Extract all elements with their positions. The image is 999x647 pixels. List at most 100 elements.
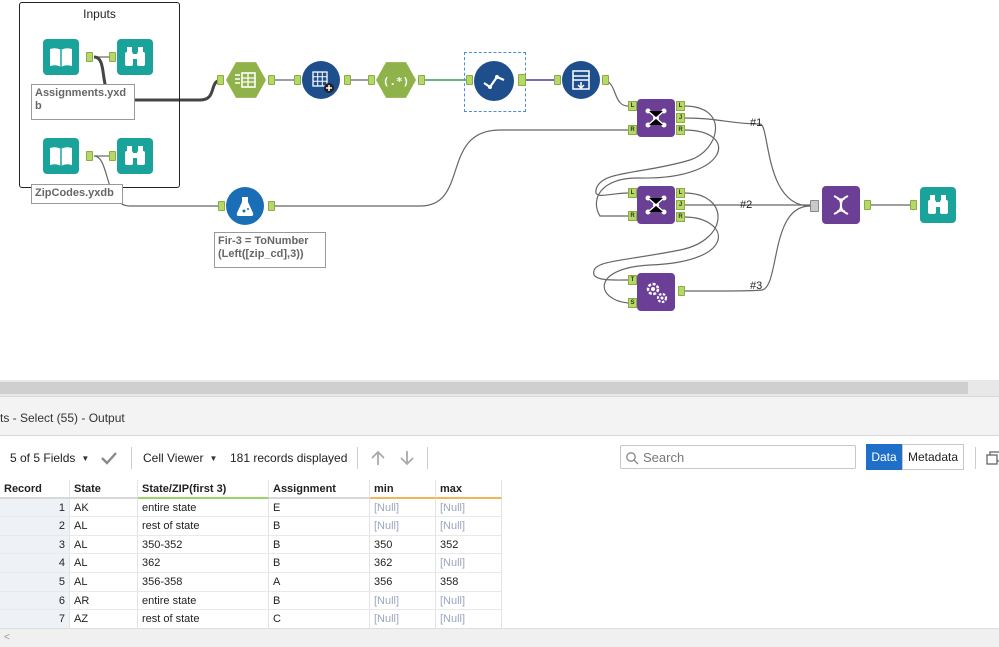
column-header-state-zip[interactable]: State/ZIP(first 3) <box>138 480 269 499</box>
cell-max[interactable]: [Null] <box>436 591 502 611</box>
table-row[interactable]: 5 AL 356-358 A 356 358 <box>0 572 506 592</box>
output-anchor[interactable] <box>864 200 871 210</box>
cell-record[interactable]: 3 <box>0 535 70 555</box>
append-source-anchor[interactable]: S <box>628 298 637 308</box>
input-anchor[interactable] <box>910 200 917 210</box>
scrollbar-thumb[interactable] <box>0 382 968 394</box>
append-target-anchor[interactable]: T <box>628 275 637 285</box>
checkmark-icon[interactable] <box>100 449 118 467</box>
cell-max[interactable]: [Null] <box>436 517 502 536</box>
cell-state[interactable]: AZ <box>70 610 138 629</box>
join2-left-output-anchor[interactable]: L <box>676 188 685 198</box>
cell-record[interactable]: 5 <box>0 572 70 592</box>
multi-row-formula-tool[interactable] <box>302 61 340 99</box>
cell-assignment[interactable]: E <box>269 498 370 518</box>
cell-state-zip[interactable]: rest of state <box>138 610 269 629</box>
cell-state-zip[interactable]: 356-358 <box>138 572 269 592</box>
fields-dropdown[interactable]: 5 of 5 Fields ▼ <box>10 451 89 465</box>
table-row[interactable]: 2 AL rest of state B [Null] [Null] <box>0 517 506 536</box>
input-anchor[interactable] <box>554 75 561 85</box>
join1-left-output-anchor[interactable]: L <box>676 101 685 111</box>
cell-assignment[interactable]: A <box>269 572 370 592</box>
cell-record[interactable]: 6 <box>0 591 70 611</box>
search-box[interactable] <box>620 445 856 469</box>
output-anchor[interactable] <box>602 75 609 85</box>
cell-min[interactable]: 356 <box>370 572 436 592</box>
column-header-assignment[interactable]: Assignment <box>269 480 370 499</box>
cell-record[interactable]: 1 <box>0 498 70 518</box>
join2-left-input-anchor[interactable]: L <box>628 188 637 198</box>
input-anchor[interactable] <box>294 75 301 85</box>
input-anchor[interactable] <box>466 75 473 85</box>
input-data-tool-assignments[interactable] <box>43 39 79 75</box>
cell-state[interactable]: AL <box>70 572 138 592</box>
table-row[interactable]: 3 AL 350-352 B 350 352 <box>0 535 506 555</box>
cell-assignment[interactable]: B <box>269 554 370 573</box>
data-view-button[interactable]: Data <box>866 444 902 470</box>
cell-min[interactable]: [Null] <box>370 610 436 629</box>
join1-right-input-anchor[interactable]: R <box>628 125 637 135</box>
input-anchor[interactable] <box>109 52 116 62</box>
output-anchor[interactable] <box>678 286 685 296</box>
table-row[interactable]: 4 AL 362 B 362 [Null] <box>0 554 506 573</box>
tile-tool[interactable] <box>474 61 514 101</box>
input-data-tool-zipcodes[interactable] <box>43 138 79 174</box>
output-anchor[interactable] <box>518 74 526 86</box>
workflow-canvas[interactable]: Inputs Assignments.yxd b ZipCodes.yxdb (… <box>0 0 999 380</box>
cell-record[interactable]: 2 <box>0 517 70 536</box>
cell-assignment[interactable]: B <box>269 517 370 536</box>
output-anchor[interactable] <box>86 52 93 62</box>
cell-state[interactable]: AL <box>70 517 138 536</box>
cell-record[interactable]: 4 <box>0 554 70 573</box>
scroll-left-icon[interactable]: < <box>4 632 10 643</box>
arrow-down-icon[interactable] <box>398 449 416 467</box>
cell-state-zip[interactable]: entire state <box>138 498 269 518</box>
cell-max[interactable]: 352 <box>436 535 502 555</box>
grid-horizontal-scrollbar[interactable]: < <box>0 628 999 647</box>
input-anchor[interactable] <box>368 75 375 85</box>
join1-join-output-anchor[interactable]: J <box>676 113 685 123</box>
cell-assignment[interactable]: C <box>269 610 370 629</box>
cell-min[interactable]: [Null] <box>370 498 436 518</box>
cell-state[interactable]: AR <box>70 591 138 611</box>
metadata-view-button[interactable]: Metadata <box>902 444 964 470</box>
join1-left-input-anchor[interactable]: L <box>628 101 637 111</box>
output-anchor[interactable] <box>268 75 275 85</box>
results-grid[interactable]: Record State State/ZIP(first 3) Assignme… <box>0 480 506 629</box>
column-header-record[interactable]: Record <box>0 480 70 499</box>
column-header-state[interactable]: State <box>70 480 138 499</box>
cell-max[interactable]: [Null] <box>436 554 502 573</box>
join-tool-2[interactable] <box>637 186 675 224</box>
cell-max[interactable]: [Null] <box>436 610 502 629</box>
union-tool[interactable] <box>822 186 860 224</box>
cell-assignment[interactable]: B <box>269 591 370 611</box>
table-row[interactable]: 6 AR entire state B [Null] [Null] <box>0 591 506 611</box>
join1-right-output-anchor[interactable]: R <box>676 125 685 135</box>
union-input-anchor[interactable] <box>810 200 819 212</box>
browse-tool-1[interactable] <box>117 39 153 75</box>
cell-state-zip[interactable]: rest of state <box>138 517 269 536</box>
join2-right-input-anchor[interactable]: R <box>628 211 637 221</box>
table-row[interactable]: 1 AK entire state E [Null] [Null] <box>0 498 506 518</box>
cell-max[interactable]: [Null] <box>436 498 502 518</box>
column-header-max[interactable]: max <box>436 480 502 499</box>
browse-tool-output[interactable] <box>920 187 956 223</box>
cell-max[interactable]: 358 <box>436 572 502 592</box>
browse-tool-2[interactable] <box>117 138 153 174</box>
arrow-up-icon[interactable] <box>369 449 387 467</box>
join2-right-output-anchor[interactable]: R <box>676 212 685 222</box>
cell-viewer-dropdown[interactable]: Cell Viewer ▼ <box>143 451 217 465</box>
search-input[interactable] <box>643 449 843 465</box>
append-fields-tool[interactable] <box>637 273 675 311</box>
cell-min[interactable]: 362 <box>370 554 436 573</box>
table-row[interactable]: 7 AZ rest of state C [Null] [Null] <box>0 610 506 629</box>
cell-record[interactable]: 7 <box>0 610 70 629</box>
select-tool[interactable] <box>562 61 600 99</box>
cell-state-zip[interactable]: entire state <box>138 591 269 611</box>
cell-min[interactable]: 350 <box>370 535 436 555</box>
cell-state-zip[interactable]: 350-352 <box>138 535 269 555</box>
cell-assignment[interactable]: B <box>269 535 370 555</box>
formula-tool[interactable] <box>226 187 264 225</box>
canvas-horizontal-scrollbar[interactable] <box>0 380 999 396</box>
cell-state-zip[interactable]: 362 <box>138 554 269 573</box>
